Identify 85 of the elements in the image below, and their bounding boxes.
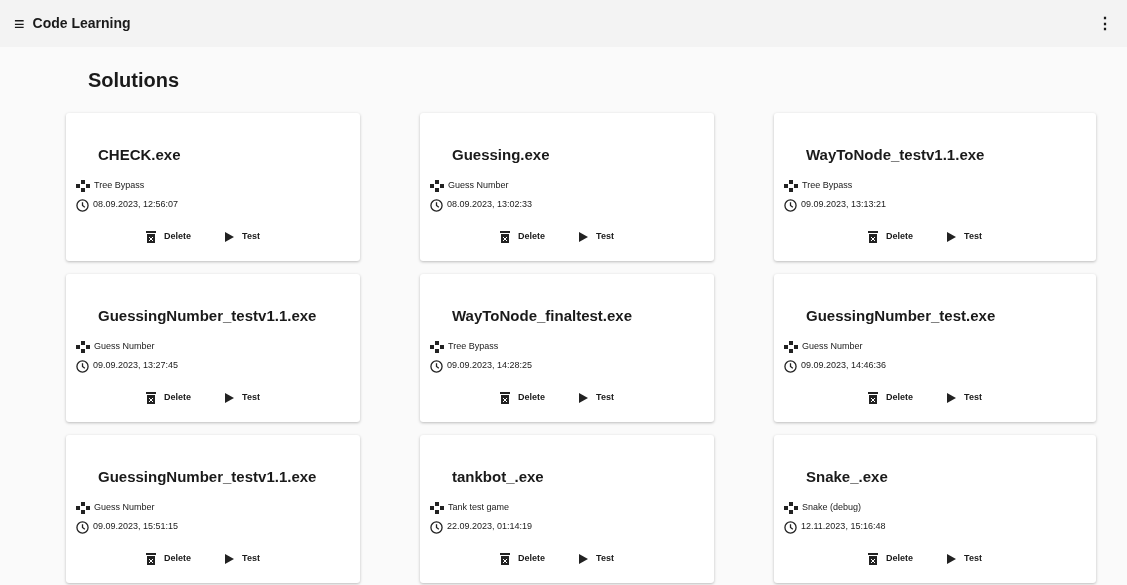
- delete-button[interactable]: Delete: [498, 228, 548, 246]
- clock-icon: [430, 198, 443, 212]
- solution-name: tankbot_.exe: [452, 468, 544, 485]
- solution-name: WayToNode_testv1.1.exe: [806, 146, 985, 163]
- task-name: Guess Number: [94, 340, 155, 354]
- solution-date: 09.09.2023, 13:13:21: [801, 198, 887, 212]
- delete-button[interactable]: Delete: [144, 550, 194, 568]
- trash-icon: [146, 391, 157, 404]
- solution-name: GuessingNumber_test.exe: [806, 307, 996, 324]
- task-name: Snake (debug): [802, 501, 862, 515]
- solution-date: 09.09.2023, 15:51:15: [93, 520, 179, 534]
- solution-name: CHECK.exe: [98, 146, 181, 163]
- trash-icon: [868, 230, 879, 243]
- delete-button[interactable]: Delete: [866, 228, 916, 246]
- play-icon: [947, 231, 957, 242]
- task-name: Tank test game: [448, 501, 510, 515]
- test-button[interactable]: Test: [945, 228, 984, 246]
- test-button[interactable]: Test: [223, 550, 262, 568]
- trash-icon: [146, 552, 157, 565]
- task-name: Guess Number: [802, 340, 863, 354]
- solution-date: 09.09.2023, 14:46:36: [801, 359, 887, 373]
- task-name: Tree Bypass: [94, 179, 145, 193]
- gamepad-icon: [784, 180, 798, 192]
- play-icon: [225, 553, 235, 564]
- solution-date: 09.09.2023, 13:27:45: [93, 359, 179, 373]
- test-button[interactable]: Test: [577, 228, 616, 246]
- task-name: Tree Bypass: [802, 179, 853, 193]
- task-name: Tree Bypass: [448, 340, 499, 354]
- delete-button[interactable]: Delete: [498, 389, 548, 407]
- play-icon: [579, 553, 589, 564]
- delete-button[interactable]: Delete: [144, 389, 194, 407]
- gamepad-icon: [784, 502, 798, 514]
- trash-icon: [500, 391, 511, 404]
- play-icon: [225, 392, 235, 403]
- play-icon: [579, 231, 589, 242]
- test-button[interactable]: Test: [945, 389, 984, 407]
- test-button[interactable]: Test: [223, 228, 262, 246]
- delete-button[interactable]: Delete: [498, 550, 548, 568]
- play-icon: [579, 392, 589, 403]
- test-button[interactable]: Test: [577, 389, 616, 407]
- solution-name: Snake_.exe: [806, 468, 888, 485]
- test-button[interactable]: Test: [223, 389, 262, 407]
- menu-button[interactable]: ≡: [14, 14, 25, 33]
- solution-date: 22.09.2023, 01:14:19: [447, 520, 533, 534]
- trash-icon: [146, 230, 157, 243]
- gamepad-icon: [76, 502, 90, 514]
- solution-name: GuessingNumber_testv1.1.exe: [98, 468, 317, 485]
- play-icon: [947, 392, 957, 403]
- gamepad-icon: [430, 180, 444, 192]
- delete-button[interactable]: Delete: [866, 389, 916, 407]
- clock-icon: [430, 520, 443, 534]
- clock-icon: [784, 520, 797, 534]
- app-title: Code Learning: [32, 14, 131, 33]
- solution-date: 08.09.2023, 13:02:33: [447, 198, 533, 212]
- gamepad-icon: [430, 341, 444, 353]
- clock-icon: [76, 359, 89, 373]
- clock-icon: [430, 359, 443, 373]
- clock-icon: [784, 359, 797, 373]
- trash-icon: [868, 552, 879, 565]
- page-title: Solutions: [88, 68, 181, 93]
- trash-icon: [500, 230, 511, 243]
- delete-button[interactable]: Delete: [144, 228, 194, 246]
- solution-date: 12.11.2023, 15:16:48: [801, 520, 886, 534]
- gamepad-icon: [784, 341, 798, 353]
- solution-name: GuessingNumber_testv1.1.exe: [98, 307, 317, 324]
- task-name: Guess Number: [448, 179, 509, 193]
- solution-name: WayToNode_finaltest.exe: [452, 307, 633, 324]
- gamepad-icon: [430, 502, 444, 514]
- solution-date: 08.09.2023, 12:56:07: [93, 198, 179, 212]
- play-icon: [947, 553, 957, 564]
- clock-icon: [76, 520, 89, 534]
- clock-icon: [784, 198, 797, 212]
- test-button[interactable]: Test: [945, 550, 984, 568]
- more-button[interactable]: ⋮: [1097, 15, 1113, 32]
- task-name: Guess Number: [94, 501, 155, 515]
- play-icon: [225, 231, 235, 242]
- trash-icon: [868, 391, 879, 404]
- solution-name: Guessing.exe: [452, 146, 550, 163]
- test-button[interactable]: Test: [577, 550, 616, 568]
- gamepad-icon: [76, 341, 90, 353]
- solution-date: 09.09.2023, 14:28:25: [447, 359, 533, 373]
- gamepad-icon: [76, 180, 90, 192]
- trash-icon: [500, 552, 511, 565]
- clock-icon: [76, 198, 89, 212]
- delete-button[interactable]: Delete: [866, 550, 916, 568]
